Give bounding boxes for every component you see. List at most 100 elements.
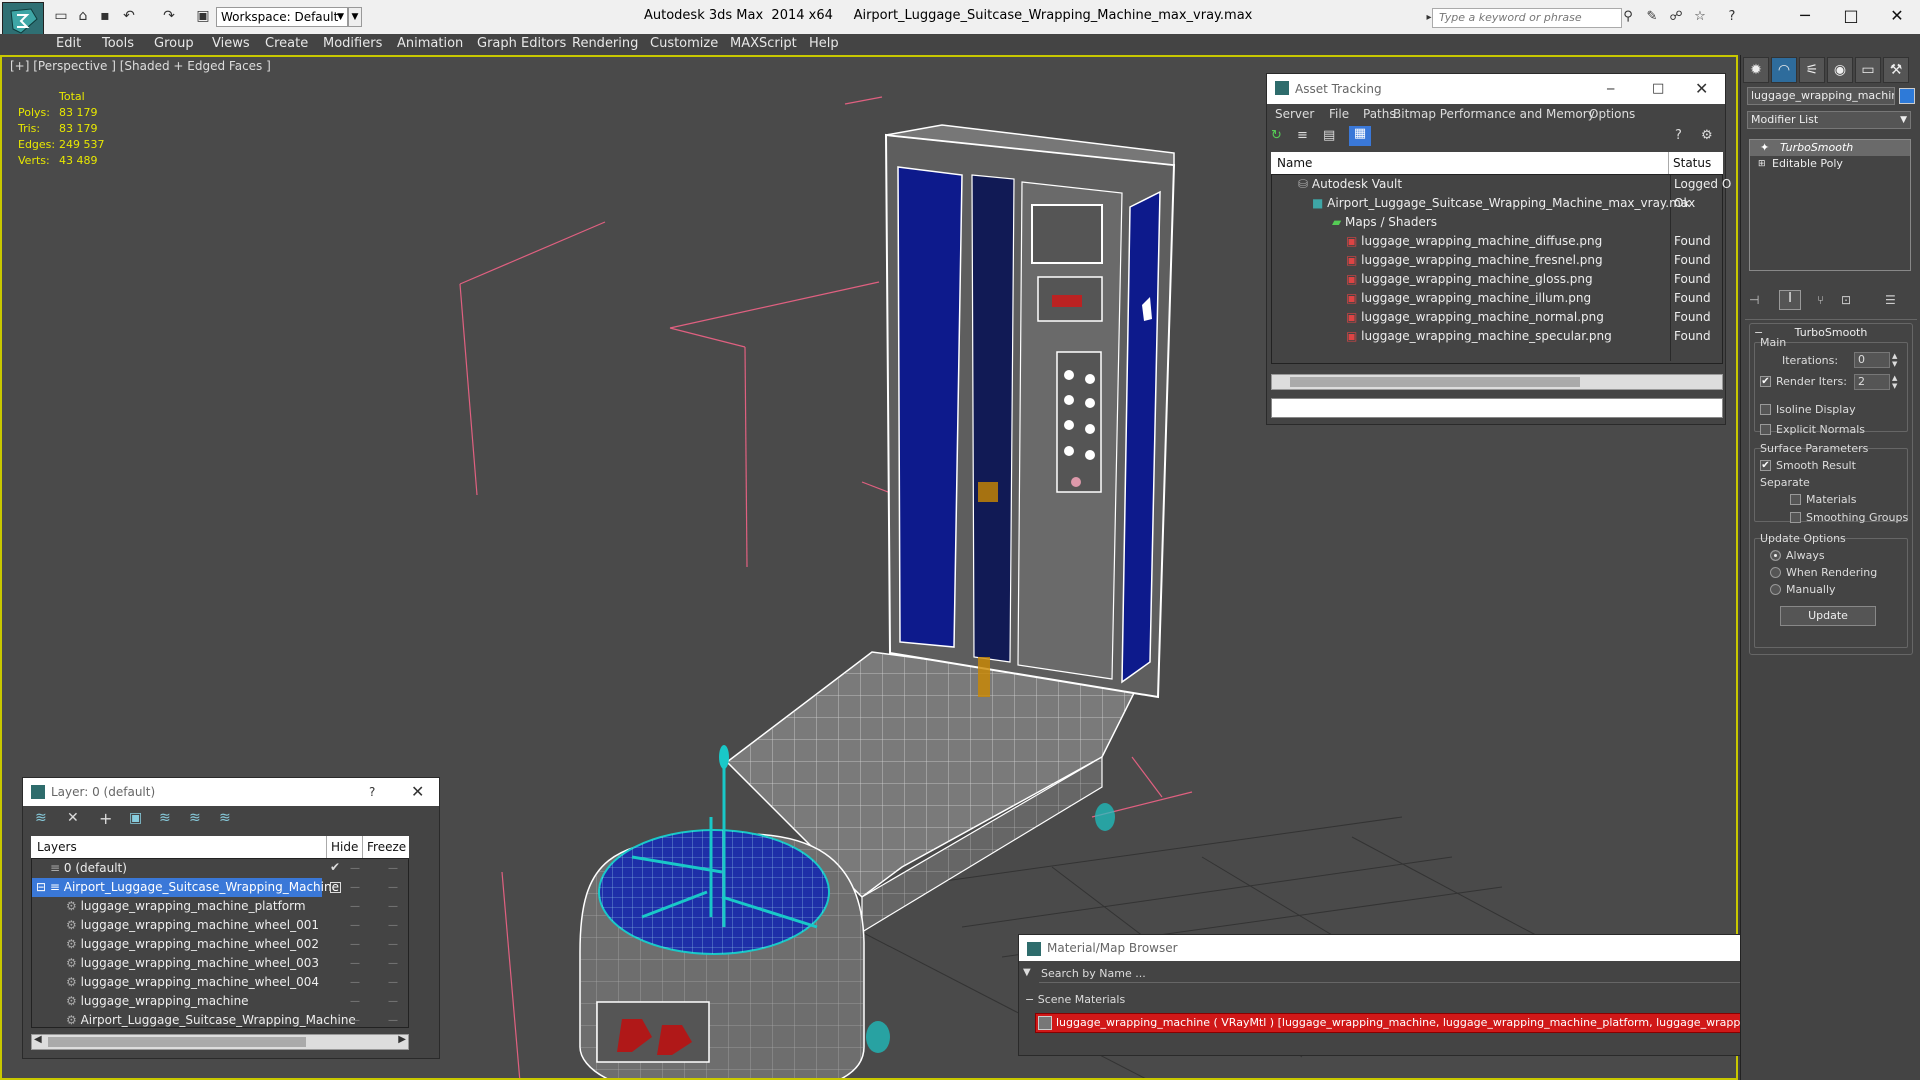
subscription-icon[interactable]: ✎ [1642,9,1662,27]
asset-row[interactable]: ⛁ Autodesk Vault [1298,175,1658,194]
asset-row[interactable]: ▣ luggage_wrapping_machine_fresnel.png [1346,251,1603,270]
undo-icon[interactable]: ↶ [120,7,138,25]
menu-rendering[interactable]: Rendering [572,36,638,51]
column-hide[interactable]: Hide [327,836,363,858]
scene-materials-header[interactable]: − Scene Materials [1025,993,1125,1006]
save-icon[interactable]: ▪ [96,7,114,25]
motion-tab-icon[interactable]: ◉ [1827,57,1853,83]
column-layers[interactable]: Layers [31,836,327,858]
new-file-icon[interactable]: ▭ [52,7,70,25]
asset-row[interactable]: ▣ luggage_wrapping_machine_normal.png [1346,308,1604,327]
thumbnail-view-icon[interactable]: ▤ [1323,128,1341,146]
binoculars-icon[interactable]: ⚲ [1618,9,1638,27]
menu-tools[interactable]: Tools [102,36,134,51]
render-iters-checkbox[interactable]: ✔ [1760,376,1771,387]
smooth-result-checkbox[interactable]: ✔ [1760,460,1771,471]
layer-titlebar[interactable]: Layer: 0 (default) ? ✕ [23,778,439,806]
redo-icon[interactable]: ↷ [160,7,178,25]
project-folder-icon[interactable]: ▣ [194,7,212,25]
explicit-normals-checkbox[interactable] [1760,424,1771,435]
list-view-icon[interactable]: ≡ [1297,128,1315,146]
menu-help[interactable]: Help [809,36,839,51]
show-end-result-icon[interactable]: I [1779,290,1801,310]
close-icon[interactable]: ✕ [1695,74,1708,104]
render-iters-spinner[interactable]: 2 [1854,374,1890,390]
help-icon[interactable]: ? [369,778,375,806]
asset-tracking-titlebar[interactable]: Asset Tracking ─ □ ✕ [1267,74,1725,104]
smoothing-groups-checkbox[interactable] [1790,512,1801,523]
menu-views[interactable]: Views [212,36,250,51]
iterations-spinner[interactable]: 0 [1854,352,1890,368]
menu-maxscript[interactable]: MAXScript [730,36,797,51]
search-input[interactable]: Type a keyword or phrase [1432,8,1622,28]
asset-row[interactable]: ▣ luggage_wrapping_machine_specular.png [1346,327,1612,346]
menu-group[interactable]: Group [154,36,194,51]
asset-path-field[interactable] [1271,398,1723,418]
object-row[interactable]: ⚙ luggage_wrapping_machine_wheel_001 [66,916,319,935]
menu-edit[interactable]: Edit [56,36,81,51]
object-row[interactable]: ⚙ luggage_wrapping_machine_wheel_003 [66,954,319,973]
asset-row[interactable]: ■ Airport_Luggage_Suitcase_Wrapping_Mach… [1312,194,1695,213]
menu-modifiers[interactable]: Modifiers [323,36,382,51]
new-layer-icon[interactable]: ≋ [35,810,47,826]
communication-icon[interactable]: ☍ [1666,9,1686,27]
stack-item-turbosmooth[interactable]: ✦ TurboSmooth [1750,140,1910,156]
column-freeze[interactable]: Freeze [363,836,409,858]
create-tab-icon[interactable]: ✹ [1743,57,1769,83]
utilities-tab-icon[interactable]: ⚒ [1883,57,1909,83]
layer-row[interactable]: ≡ 0 (default) [50,859,330,878]
favorites-star-icon[interactable]: ☆ [1690,9,1710,27]
object-color-swatch[interactable] [1899,88,1915,104]
scroll-right-icon[interactable]: ▶ [398,1034,406,1045]
make-unique-icon[interactable]: ⑂ [1817,293,1824,307]
minimize-icon[interactable]: ─ [1782,4,1828,28]
menu-create[interactable]: Create [265,36,308,51]
isoline-checkbox[interactable] [1760,404,1771,415]
layer-row-selected[interactable]: ⊟ ≡ Airport_Luggage_Suitcase_Wrapping_Ma… [36,878,339,897]
modifier-list-dropdown[interactable]: Modifier List ▼ [1747,111,1911,129]
stack-item-editable-poly[interactable]: ⊞ Editable Poly [1750,156,1910,172]
layer-horizontal-scrollbar[interactable]: ◀ ▶ [31,1034,409,1050]
layer-checkbox[interactable] [330,882,341,893]
asset-horizontal-scrollbar[interactable] [1271,374,1723,390]
object-name-field[interactable]: luggage_wrapping_machine [1747,87,1895,105]
remove-modifier-icon[interactable]: ⊡ [1841,293,1851,307]
column-name[interactable]: Name [1271,152,1669,174]
close-icon[interactable]: ✕ [411,778,424,806]
refresh-icon[interactable]: ↻ [1271,128,1289,146]
hierarchy-tab-icon[interactable]: ⚟ [1799,57,1825,83]
modify-tab-icon[interactable]: ◠ [1771,57,1797,83]
add-to-layer-icon[interactable]: + [99,809,112,828]
browser-options-icon[interactable]: ▼ [1023,967,1031,978]
asset-row[interactable]: ▣ luggage_wrapping_machine_diffuse.png [1346,232,1602,251]
object-row[interactable]: ⚙ luggage_wrapping_machine_platform [66,897,306,916]
configure-modifier-sets-icon[interactable]: ☰ [1885,293,1896,307]
minimize-icon[interactable]: ─ [1607,74,1614,104]
asset-row[interactable]: ▰ Maps / Shaders [1332,213,1437,232]
help-icon[interactable]: ? [1675,128,1682,143]
workspace-arrow-icon[interactable]: ▼ [348,7,362,27]
object-row[interactable]: ⚙ luggage_wrapping_machine_wheel_002 [66,935,319,954]
select-objects-icon[interactable]: ▣ [129,810,142,826]
settings-icon[interactable]: ⚙ [1701,128,1713,143]
when-rendering-radio[interactable] [1770,567,1781,578]
column-status[interactable]: Status [1669,152,1723,174]
materials-checkbox[interactable] [1790,494,1801,505]
asset-row[interactable]: ▣ luggage_wrapping_machine_gloss.png [1346,270,1593,289]
maximize-icon[interactable]: □ [1652,74,1664,104]
delete-layer-icon[interactable]: ✕ [67,810,79,826]
close-icon[interactable]: ✕ [1874,4,1920,28]
asset-row[interactable]: ▣ luggage_wrapping_machine_illum.png [1346,289,1591,308]
manually-radio[interactable] [1770,584,1781,595]
open-file-icon[interactable]: ⌂ [74,7,92,25]
menu-paths[interactable]: Paths [1363,107,1396,121]
help-icon[interactable]: ? [1722,9,1742,27]
update-button[interactable]: Update [1780,606,1876,626]
active-layer-check-icon[interactable]: ✔ [330,860,340,874]
menu-options[interactable]: Options [1589,107,1635,121]
freeze-column-markers[interactable]: — — — — — — — — — [388,859,408,1029]
object-row[interactable]: ⚙ Airport_Luggage_Suitcase_Wrapping_Mach… [66,1011,356,1030]
menu-file[interactable]: File [1329,107,1349,121]
scrollbar-thumb[interactable] [48,1037,306,1047]
display-tab-icon[interactable]: ▭ [1855,57,1881,83]
